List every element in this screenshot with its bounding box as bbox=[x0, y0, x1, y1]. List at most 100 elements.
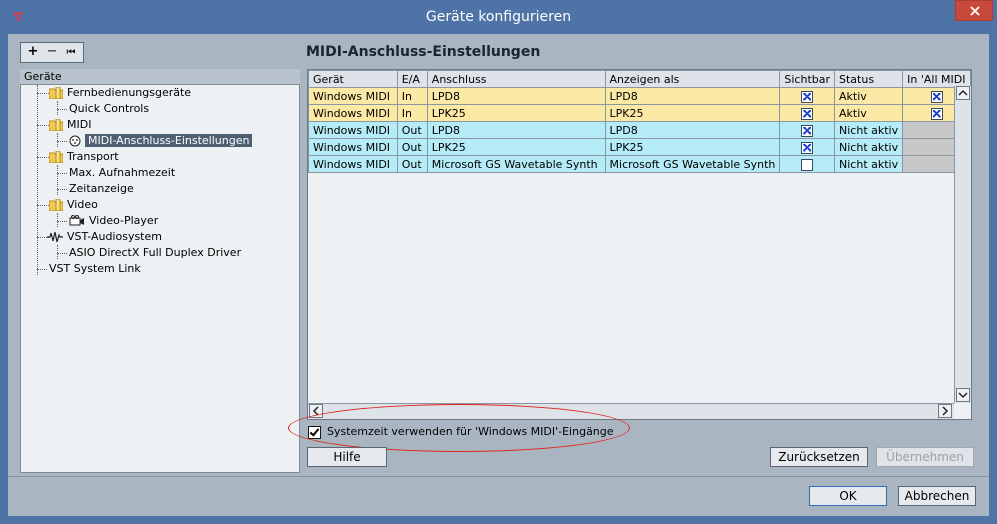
tree-line bbox=[57, 173, 67, 174]
reset-device-button[interactable]: ⏮ bbox=[62, 45, 80, 60]
folder-icon bbox=[49, 199, 63, 211]
in-all-midi-checkbox[interactable] bbox=[930, 107, 943, 120]
cell-ea: Out bbox=[396, 121, 428, 139]
table-row[interactable]: Windows MIDI Out LPD8 LPD8 Nicht aktiv bbox=[308, 121, 971, 139]
sichtbar-checkbox[interactable] bbox=[801, 90, 814, 103]
cell-geraet: Windows MIDI bbox=[308, 155, 398, 173]
tree-line bbox=[57, 245, 58, 259]
sichtbar-checkbox[interactable] bbox=[801, 124, 814, 137]
cell-anschluss: Microsoft GS Wavetable Synth bbox=[426, 155, 606, 173]
cell-anschluss: LPK25 bbox=[426, 104, 606, 122]
tree-item-video[interactable]: Video bbox=[49, 197, 98, 213]
cell-ea: Out bbox=[396, 138, 428, 156]
reset-button[interactable]: Zurücksetzen bbox=[770, 447, 868, 467]
tree-item-zeitanzeige[interactable]: Zeitanzeige bbox=[69, 181, 134, 197]
cell-anzeigen-als[interactable]: Microsoft GS Wavetable Synth bbox=[604, 155, 781, 173]
tree-line bbox=[57, 253, 67, 254]
cell-ea: Out bbox=[396, 155, 428, 173]
folder-icon bbox=[49, 87, 63, 99]
cell-geraet: Windows MIDI bbox=[308, 87, 398, 105]
cell-ea: In bbox=[396, 87, 428, 105]
tree-item-video-player[interactable]: Video-Player bbox=[69, 213, 158, 229]
midi-port-grid: Gerät E/A Anschluss Anzeigen als Sichtba… bbox=[308, 70, 971, 173]
chevron-up-icon bbox=[958, 89, 968, 96]
tree-item-quick-controls[interactable]: Quick Controls bbox=[69, 101, 149, 117]
column-header-sichtbar[interactable]: Sichtbar bbox=[779, 70, 836, 88]
title-bar[interactable]: Geräte konfigurieren bbox=[0, 0, 997, 34]
audio-system-icon bbox=[47, 231, 63, 243]
cell-geraet: Windows MIDI bbox=[308, 104, 398, 122]
tree-line bbox=[57, 109, 67, 110]
footer-divider bbox=[8, 476, 989, 477]
tree-line bbox=[57, 221, 67, 222]
tree-line bbox=[37, 125, 49, 126]
scroll-down-button[interactable] bbox=[956, 388, 970, 402]
table-vertical-scrollbar[interactable] bbox=[954, 86, 971, 403]
cell-ea: In bbox=[396, 104, 428, 122]
midi-port-table: Gerät E/A Anschluss Anzeigen als Sichtba… bbox=[307, 69, 972, 420]
cell-anzeigen-als[interactable]: LPD8 bbox=[604, 87, 781, 105]
column-header-in-all-midi[interactable]: In 'All MIDI bbox=[902, 70, 971, 88]
table-header-row: Gerät E/A Anschluss Anzeigen als Sichtba… bbox=[308, 70, 971, 88]
tree-line bbox=[57, 101, 58, 115]
remove-device-button[interactable]: − bbox=[43, 45, 61, 60]
tree-item-vst-audiosystem[interactable]: VST-Audiosystem bbox=[47, 229, 162, 245]
scroll-up-button[interactable] bbox=[956, 86, 970, 100]
tree-item-asio-directx-driver[interactable]: ASIO DirectX Full Duplex Driver bbox=[69, 245, 241, 261]
panel-title: MIDI-Anschluss-Einstellungen bbox=[306, 44, 541, 60]
tree-item-fernbedienungsgeraete[interactable]: Fernbedienungsgeräte bbox=[49, 85, 191, 101]
tree-line bbox=[57, 189, 67, 190]
table-row[interactable]: Windows MIDI Out LPK25 LPK25 Nicht aktiv bbox=[308, 138, 971, 156]
table-row[interactable]: Windows MIDI In LPK25 LPK25 Aktiv bbox=[308, 104, 971, 122]
column-header-ea[interactable]: E/A bbox=[396, 70, 428, 88]
ok-button[interactable]: OK bbox=[809, 486, 887, 506]
add-device-button[interactable]: + bbox=[24, 45, 42, 60]
column-header-anschluss[interactable]: Anschluss bbox=[426, 70, 606, 88]
dialog-window: Geräte konfigurieren + − ⏮ Geräte Fernbe… bbox=[0, 0, 997, 524]
tree-item-max-aufnahmezeit[interactable]: Max. Aufnahmezeit bbox=[69, 165, 175, 181]
scroll-right-button[interactable] bbox=[938, 404, 952, 418]
tree-item-midi-anschluss-einstellungen[interactable]: MIDI-Anschluss-Einstellungen bbox=[69, 133, 253, 149]
cell-anzeigen-als[interactable]: LPD8 bbox=[604, 121, 781, 139]
cell-anzeigen-als[interactable]: LPK25 bbox=[604, 138, 781, 156]
device-tree[interactable]: Fernbedienungsgeräte Quick Controls MIDI… bbox=[20, 84, 300, 473]
cell-anzeigen-als[interactable]: LPK25 bbox=[604, 104, 781, 122]
cell-sichtbar bbox=[779, 87, 836, 105]
tree-header: Geräte bbox=[20, 69, 300, 84]
sichtbar-checkbox[interactable] bbox=[801, 107, 814, 120]
tree-line bbox=[37, 85, 38, 275]
folder-icon bbox=[49, 119, 63, 131]
tree-item-transport[interactable]: Transport bbox=[49, 149, 119, 165]
close-button[interactable] bbox=[955, 0, 993, 21]
help-button[interactable]: Hilfe bbox=[307, 447, 387, 467]
sichtbar-checkbox[interactable] bbox=[801, 158, 814, 171]
cell-anschluss: LPD8 bbox=[426, 87, 606, 105]
tree-item-vst-system-link[interactable]: VST System Link bbox=[49, 261, 141, 277]
sichtbar-checkbox[interactable] bbox=[801, 141, 814, 154]
window-title: Geräte konfigurieren bbox=[425, 9, 572, 25]
tree-item-midi[interactable]: MIDI bbox=[49, 117, 91, 133]
column-header-anzeigen-als[interactable]: Anzeigen als bbox=[604, 70, 781, 88]
cell-status: Aktiv bbox=[834, 87, 904, 105]
cell-status: Aktiv bbox=[834, 104, 904, 122]
column-header-status[interactable]: Status bbox=[834, 70, 904, 88]
in-all-midi-checkbox[interactable] bbox=[930, 90, 943, 103]
cell-geraet: Windows MIDI bbox=[308, 138, 398, 156]
cell-sichtbar bbox=[779, 138, 836, 156]
midi-port-icon bbox=[69, 135, 81, 147]
cell-sichtbar bbox=[779, 121, 836, 139]
cancel-button[interactable]: Abbrechen bbox=[898, 486, 976, 506]
table-row[interactable]: Windows MIDI Out Microsoft GS Wavetable … bbox=[308, 155, 971, 173]
tree-line bbox=[37, 157, 49, 158]
cell-status: Nicht aktiv bbox=[834, 155, 904, 173]
folder-icon bbox=[49, 151, 63, 163]
column-header-geraet[interactable]: Gerät bbox=[308, 70, 398, 88]
tree-line bbox=[37, 269, 47, 270]
table-row[interactable]: Windows MIDI In LPD8 LPD8 Aktiv bbox=[308, 87, 971, 105]
tree-line bbox=[37, 93, 49, 94]
tree-line bbox=[37, 205, 49, 206]
dialog-client: + − ⏮ Geräte Fernbedienungsgeräte Quick … bbox=[8, 34, 989, 516]
cell-sichtbar bbox=[779, 155, 836, 173]
tree-line bbox=[57, 133, 58, 147]
apply-button[interactable]: Übernehmen bbox=[876, 447, 974, 467]
